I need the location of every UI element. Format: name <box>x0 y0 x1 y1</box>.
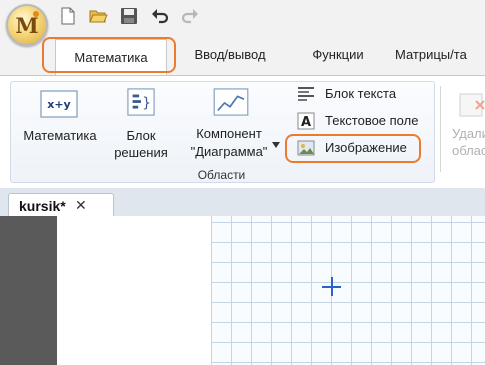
chart-component-label-2: "Диаграмма" <box>190 144 268 159</box>
solve-block-label-2: решения <box>114 145 168 160</box>
delete-area-icon <box>459 93 485 117</box>
ribbon-separator <box>440 86 441 172</box>
chart-component-button[interactable]: Компонент "Диаграмма" <box>184 86 282 166</box>
text-block-button[interactable]: Блок текста <box>297 84 437 104</box>
document-tab[interactable]: kursik* ✕ <box>8 193 114 218</box>
text-field-label: Текстовое поле <box>325 113 419 128</box>
math-region-icon: x+y <box>40 90 78 118</box>
redo-icon[interactable] <box>180 6 200 26</box>
app-logo-button[interactable]: M <box>6 4 48 46</box>
undo-icon[interactable] <box>150 6 170 26</box>
delete-area-label-2: облас <box>452 143 485 158</box>
text-block-icon <box>298 87 314 101</box>
delete-area-label-1: Удали <box>452 126 485 141</box>
chart-component-label-1: Компонент <box>196 126 262 141</box>
text-field-button[interactable]: A Текстовое поле <box>297 111 437 131</box>
math-region-icon-text: x+y <box>47 98 70 111</box>
delete-area-button[interactable]: Удали облас <box>449 84 485 164</box>
dropdown-arrow-icon <box>272 142 280 148</box>
worksheet-grid[interactable] <box>211 216 485 365</box>
open-folder-icon[interactable] <box>88 6 108 26</box>
chart-icon <box>213 88 249 116</box>
text-field-icon: A <box>297 112 315 130</box>
logo-dot-icon <box>33 11 39 17</box>
new-document-icon[interactable] <box>58 6 78 26</box>
tab-functions[interactable]: Функции <box>298 42 378 68</box>
image-button-highlight <box>285 134 421 163</box>
text-block-label: Блок текста <box>325 86 397 101</box>
app-logo-letter: M <box>15 13 39 38</box>
tab-math-highlight <box>42 37 176 73</box>
tab-input-output[interactable]: Ввод/вывод <box>185 42 275 68</box>
group-caption-regions: Области <box>197 168 246 182</box>
svg-text:}: } <box>142 96 151 112</box>
tab-matrices[interactable]: Матрицы/та <box>395 42 485 68</box>
crosshair-cursor-icon-vertical <box>331 277 333 296</box>
math-button-label: Математика <box>23 128 97 143</box>
document-tab-label: kursik* <box>19 198 66 214</box>
solve-block-label-1: Блок <box>126 128 156 143</box>
solve-block-icon: } <box>127 88 155 116</box>
solve-block-button[interactable]: } Блок решения <box>110 86 172 166</box>
save-icon[interactable] <box>119 6 139 26</box>
text-field-icon-text: A <box>301 115 311 130</box>
math-region-button[interactable]: x+y Математика <box>18 86 102 166</box>
worksheet-left-margin <box>0 216 57 365</box>
close-icon[interactable]: ✕ <box>75 197 87 214</box>
